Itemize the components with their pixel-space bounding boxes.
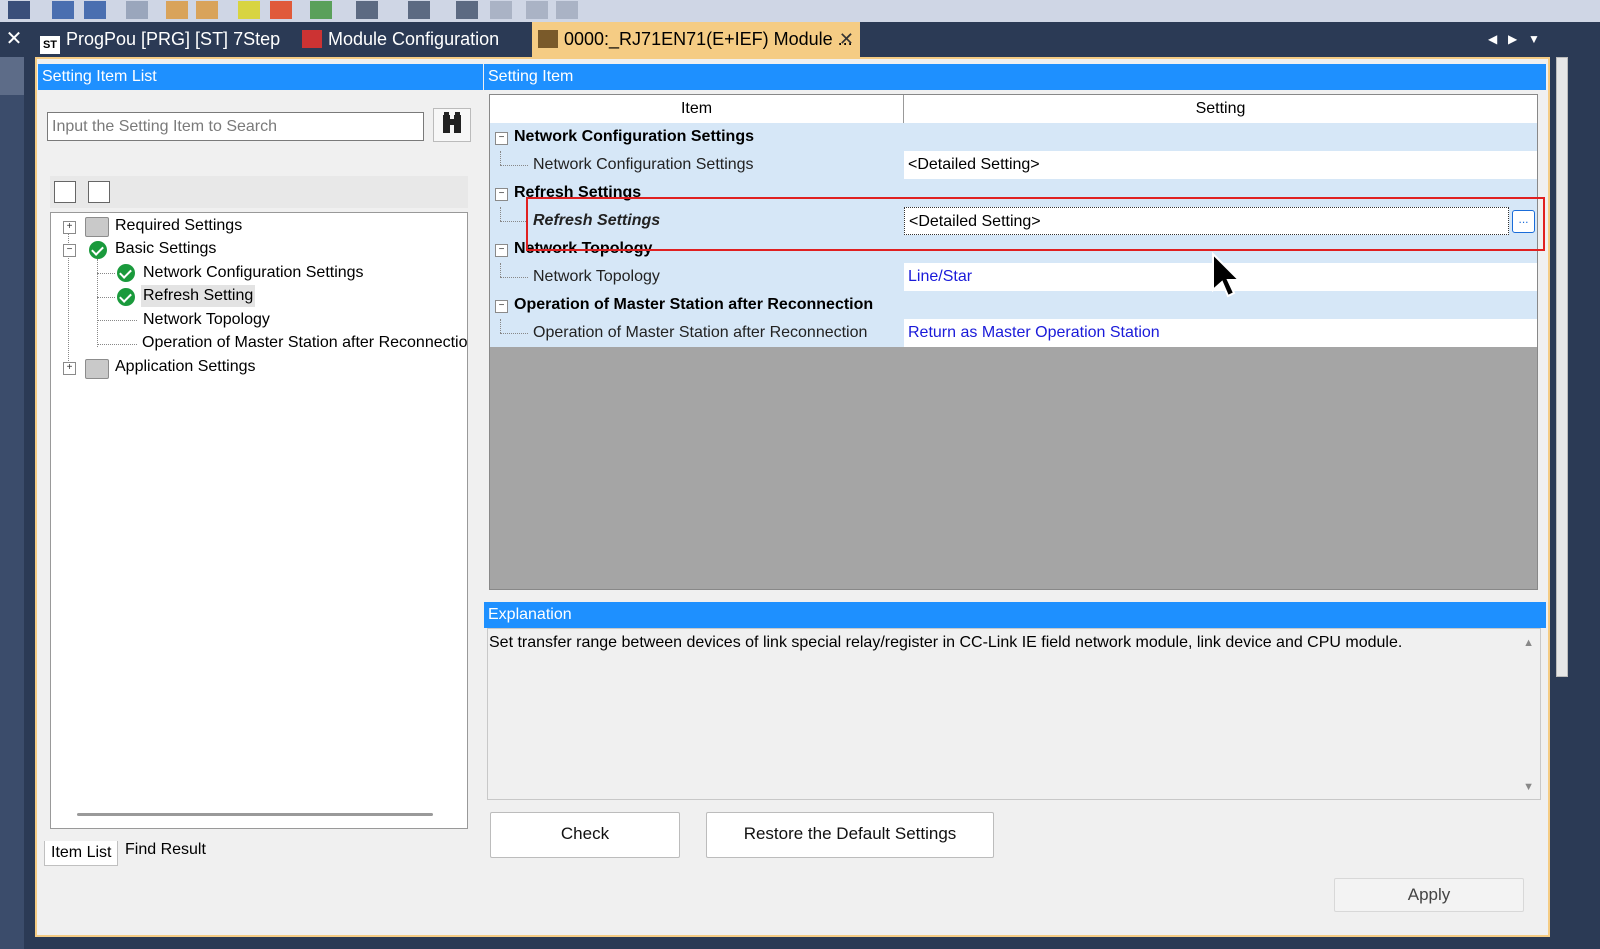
- collapse-basic-icon[interactable]: −: [63, 244, 76, 257]
- toolbar-grid-icon[interactable]: [8, 1, 30, 19]
- tree-toolbar: [50, 176, 468, 208]
- detailed-setting-cell[interactable]: <Detailed Setting>: [904, 151, 1537, 179]
- apply-button[interactable]: Apply: [1334, 878, 1524, 912]
- tab-label: Module Configuration: [328, 29, 500, 49]
- expand-application-icon[interactable]: +: [63, 362, 76, 375]
- right-dock-panel: [1556, 57, 1568, 677]
- collapse-icon[interactable]: −: [495, 132, 508, 145]
- toolbar-edit-icon[interactable]: [166, 1, 188, 19]
- toolbar-disabled1-icon: [490, 1, 512, 19]
- binoculars-icon: [443, 112, 461, 133]
- tab-module-configuration[interactable]: Module Configuration: [302, 22, 499, 57]
- tab-progpou[interactable]: ST ProgPou [PRG] [ST] 7Step: [40, 22, 280, 57]
- toolbar-convert-all-icon[interactable]: [270, 1, 292, 19]
- category-row[interactable]: − Operation of Master Station after Reco…: [490, 291, 1537, 319]
- st-icon: ST: [40, 36, 60, 54]
- tree-item-basic-settings[interactable]: Basic Settings: [115, 238, 216, 260]
- check-icon: [89, 241, 107, 259]
- folder-icon: [85, 217, 109, 237]
- highlight-box: [526, 197, 1545, 251]
- toolbar-replace-icon[interactable]: [84, 1, 106, 19]
- setting-item-tree: + Required Settings − Basic Settings Net…: [50, 212, 468, 829]
- setting-item-header: Setting Item: [484, 64, 1546, 90]
- toolbar-disabled3-icon: [556, 1, 578, 19]
- master-operation-setting[interactable]: Return as Master Operation Station: [904, 319, 1537, 347]
- toolbar-list-icon[interactable]: [126, 1, 148, 19]
- check-button[interactable]: Check: [490, 812, 680, 858]
- collapse-icon[interactable]: −: [495, 244, 508, 257]
- module-config-icon: [302, 30, 322, 48]
- tree-item-operation-of-master-station[interactable]: Operation of Master Station after Reconn…: [142, 332, 467, 354]
- scroll-left-icon[interactable]: ◀: [1488, 22, 1497, 57]
- toolbar-monitor-icon[interactable]: [356, 1, 378, 19]
- toolbar-disabled2-icon: [526, 1, 548, 19]
- category-label: Operation of Master Station after Reconn…: [514, 296, 874, 313]
- tree-item-network-topology[interactable]: Network Topology: [143, 309, 270, 331]
- setting-item-list-header: Setting Item List: [38, 64, 483, 90]
- horizontal-scrollbar[interactable]: [77, 813, 433, 816]
- mouse-cursor-icon: [1212, 252, 1240, 298]
- find-button[interactable]: [433, 108, 471, 142]
- category-row[interactable]: − Network Configuration Settings: [490, 123, 1537, 151]
- item-label: Network Topology: [533, 268, 660, 285]
- restore-default-button[interactable]: Restore the Default Settings: [706, 812, 994, 858]
- close-panel-icon[interactable]: ✕: [4, 22, 24, 57]
- explanation-text: Set transfer range between devices of li…: [489, 634, 1403, 651]
- close-tab-icon[interactable]: ✕: [839, 22, 854, 56]
- tree-item-refresh-setting[interactable]: Refresh Setting: [141, 285, 256, 307]
- toolbar-zoom-icon[interactable]: [408, 1, 430, 19]
- tree-item-required-settings[interactable]: Required Settings: [115, 215, 242, 237]
- setting-grid: Item Setting − Network Configuration Set…: [489, 94, 1538, 590]
- tab-list-dropdown-icon[interactable]: ▼: [1528, 22, 1540, 57]
- toolbar-find-icon[interactable]: [456, 1, 478, 19]
- scroll-down-icon[interactable]: ▼: [1523, 781, 1534, 793]
- tab-item-list[interactable]: Item List: [44, 841, 119, 866]
- item-label: Operation of Master Station after Reconn…: [533, 324, 868, 341]
- toolbar-edit2-icon[interactable]: [196, 1, 218, 19]
- collapse-all-icon[interactable]: [54, 181, 76, 203]
- tab-find-result[interactable]: Find Result: [119, 838, 212, 862]
- expand-required-icon[interactable]: +: [63, 221, 76, 234]
- category-label: Network Configuration Settings: [514, 128, 754, 145]
- table-row[interactable]: Network Configuration Settings <Detailed…: [490, 151, 1537, 179]
- toolbar-search-icon[interactable]: [52, 1, 74, 19]
- toolbar-convert-icon[interactable]: [238, 1, 260, 19]
- document-tab-strip: ✕ ST ProgPou [PRG] [ST] 7Step Module Conf…: [0, 22, 1600, 57]
- folder-icon: [85, 359, 109, 379]
- column-header-item[interactable]: Item: [490, 95, 904, 124]
- scroll-right-icon[interactable]: ▶: [1508, 22, 1517, 57]
- module-parameter-icon: [538, 30, 558, 48]
- collapse-icon[interactable]: −: [495, 188, 508, 201]
- tab-label: ProgPou [PRG] [ST] 7Step: [66, 29, 281, 49]
- explanation-header: Explanation: [484, 602, 1546, 628]
- scroll-up-icon[interactable]: ▲: [1523, 637, 1534, 649]
- collapse-icon[interactable]: −: [495, 300, 508, 313]
- setting-cell: [904, 123, 1537, 151]
- table-row[interactable]: Operation of Master Station after Reconn…: [490, 319, 1537, 347]
- tree-item-network-configuration-settings[interactable]: Network Configuration Settings: [143, 262, 364, 284]
- check-icon: [117, 288, 135, 306]
- table-row[interactable]: Network Topology Line/Star: [490, 263, 1537, 291]
- dock-button[interactable]: [0, 57, 24, 95]
- main-toolbar: [0, 0, 1600, 22]
- explanation-box: Set transfer range between devices of li…: [487, 628, 1541, 800]
- item-label: Network Configuration Settings: [533, 156, 754, 173]
- expand-all-icon[interactable]: [88, 181, 110, 203]
- tree-item-application-settings[interactable]: Application Settings: [115, 356, 256, 378]
- check-icon: [117, 264, 135, 282]
- column-header-setting[interactable]: Setting: [904, 95, 1537, 124]
- tab-label: 0000:_RJ71EN71(E+IEF) Module ...: [564, 29, 853, 49]
- tab-module-parameter[interactable]: 0000:_RJ71EN71(E+IEF) Module ... ✕: [532, 22, 860, 57]
- toolbar-online-icon[interactable]: [310, 1, 332, 19]
- left-dock-strip: [0, 57, 24, 949]
- search-input[interactable]: [47, 112, 424, 141]
